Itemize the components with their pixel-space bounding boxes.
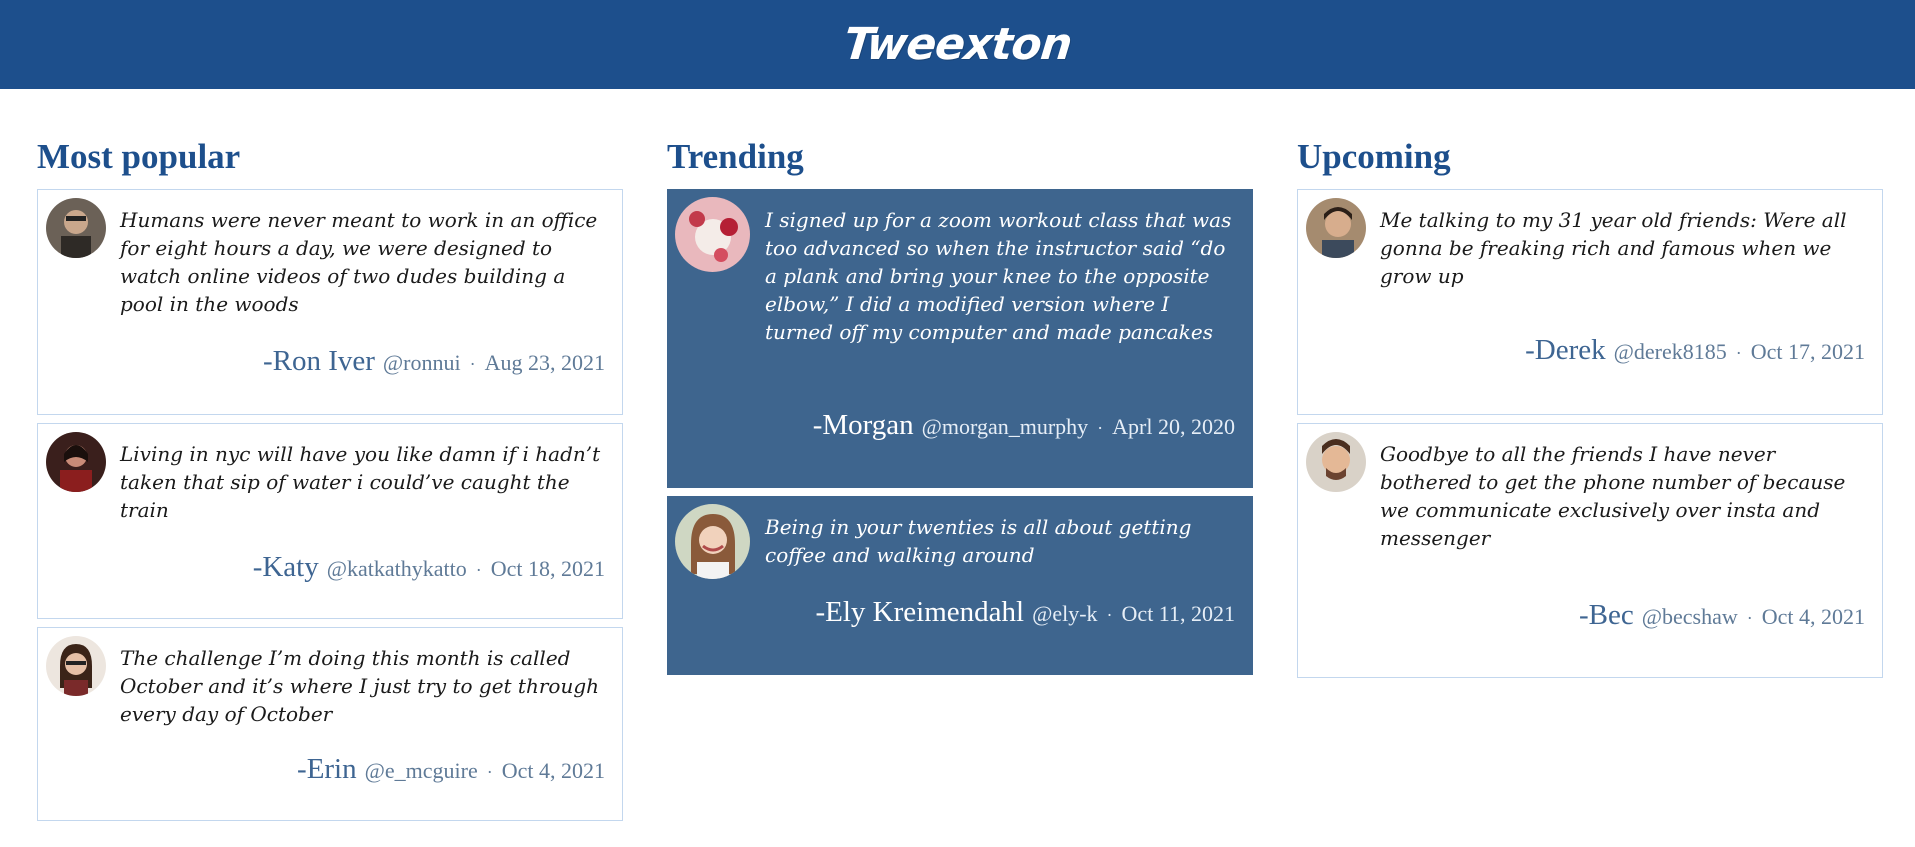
separator-dot: ·: [486, 762, 493, 782]
tweet-author[interactable]: -Ron Iver: [263, 345, 375, 378]
tweet-handle[interactable]: @katkathykatto: [327, 556, 467, 582]
tweet-handle[interactable]: @becshaw: [1642, 604, 1738, 630]
tweet-date: Oct 4, 2021: [501, 758, 605, 783]
column-trending: Trending I signed up for a zoom workout …: [667, 89, 1253, 683]
tweet-text: The challenge I’m doing this month is ca…: [120, 646, 600, 726]
column-upcoming: Upcoming Me talking to my 31 year old fr…: [1297, 89, 1883, 686]
separator-dot: ·: [1735, 343, 1742, 363]
tweet-handle[interactable]: @e_mcguire: [365, 758, 478, 784]
tweet-text: I signed up for a zoom workout class tha…: [765, 208, 1232, 344]
user-avatar[interactable]: [46, 432, 106, 492]
column-most-popular: Most popular Humans were never meant to …: [37, 89, 623, 829]
tweet-text: Humans were never meant to work in an of…: [120, 208, 598, 316]
tweet-handle[interactable]: @morgan_murphy: [922, 414, 1089, 440]
tweet-handle[interactable]: @ely-k: [1032, 601, 1097, 627]
column-title: Most popular: [37, 137, 241, 176]
tweet-byline: -Ron Iver @ronnui · Aug 23, 2021: [263, 345, 605, 378]
tweet-text: Living in nyc will have you like damn if…: [120, 442, 601, 522]
tweet-date: Oct 17, 2021: [1750, 339, 1865, 364]
tweet-author[interactable]: -Ely Kreimendahl: [816, 596, 1025, 629]
tweet-author[interactable]: -Morgan: [813, 409, 914, 442]
site-logo[interactable]: Tweexton: [841, 19, 1074, 70]
tweet-author[interactable]: -Bec: [1579, 599, 1634, 632]
tweet-author[interactable]: -Erin: [297, 753, 357, 786]
user-avatar[interactable]: [675, 504, 750, 579]
user-avatar[interactable]: [46, 636, 106, 696]
separator-dot: ·: [1106, 605, 1113, 625]
tweet-date: Aprl 20, 2020: [1112, 414, 1235, 439]
tweet-text: Goodbye to all the friends I have never …: [1380, 442, 1846, 550]
tweet-byline: -Derek @derek8185 · Oct 17, 2021: [1525, 334, 1865, 367]
tweet-byline: -Erin @e_mcguire · Oct 4, 2021: [297, 753, 605, 786]
tweet-card[interactable]: Living in nyc will have you like damn if…: [37, 423, 623, 619]
tweet-card[interactable]: The challenge I’m doing this month is ca…: [37, 627, 623, 821]
tweet-card[interactable]: Humans were never meant to work in an of…: [37, 189, 623, 415]
tweet-date: Oct 4, 2021: [1761, 604, 1865, 629]
site-header: Tweexton: [0, 0, 1915, 89]
user-avatar[interactable]: [1306, 198, 1366, 258]
user-avatar[interactable]: [1306, 432, 1366, 492]
tweet-date: Oct 18, 2021: [490, 556, 605, 581]
separator-dot: ·: [1746, 608, 1753, 628]
column-title: Upcoming: [1297, 137, 1451, 176]
user-avatar[interactable]: [46, 198, 106, 258]
tweet-byline: -Bec @becshaw · Oct 4, 2021: [1579, 599, 1865, 632]
tweet-card[interactable]: Being in your twenties is all about gett…: [667, 496, 1253, 675]
separator-dot: ·: [469, 354, 476, 374]
tweet-date: Oct 11, 2021: [1121, 601, 1235, 626]
separator-dot: ·: [1097, 418, 1104, 438]
user-avatar[interactable]: [675, 197, 750, 272]
tweet-byline: -Katy @katkathykatto · Oct 18, 2021: [253, 551, 605, 584]
separator-dot: ·: [475, 560, 482, 580]
tweet-handle[interactable]: @derek8185: [1614, 339, 1727, 365]
tweet-author[interactable]: -Derek: [1525, 334, 1606, 367]
tweet-author[interactable]: -Katy: [253, 551, 319, 584]
tweet-text: Being in your twenties is all about gett…: [765, 515, 1192, 567]
tweet-card[interactable]: Goodbye to all the friends I have never …: [1297, 423, 1883, 678]
tweet-text: Me talking to my 31 year old friends: We…: [1380, 208, 1847, 288]
tweet-date: Aug 23, 2021: [484, 350, 605, 375]
tweet-byline: -Morgan @morgan_murphy · Aprl 20, 2020: [813, 409, 1235, 442]
tweet-handle[interactable]: @ronnui: [383, 350, 461, 376]
column-title: Trending: [667, 137, 804, 176]
tweet-columns: Most popular Humans were never meant to …: [0, 89, 1915, 847]
tweet-card[interactable]: I signed up for a zoom workout class tha…: [667, 189, 1253, 488]
tweet-card[interactable]: Me talking to my 31 year old friends: We…: [1297, 189, 1883, 415]
tweet-byline: -Ely Kreimendahl @ely-k · Oct 11, 2021: [816, 596, 1236, 629]
